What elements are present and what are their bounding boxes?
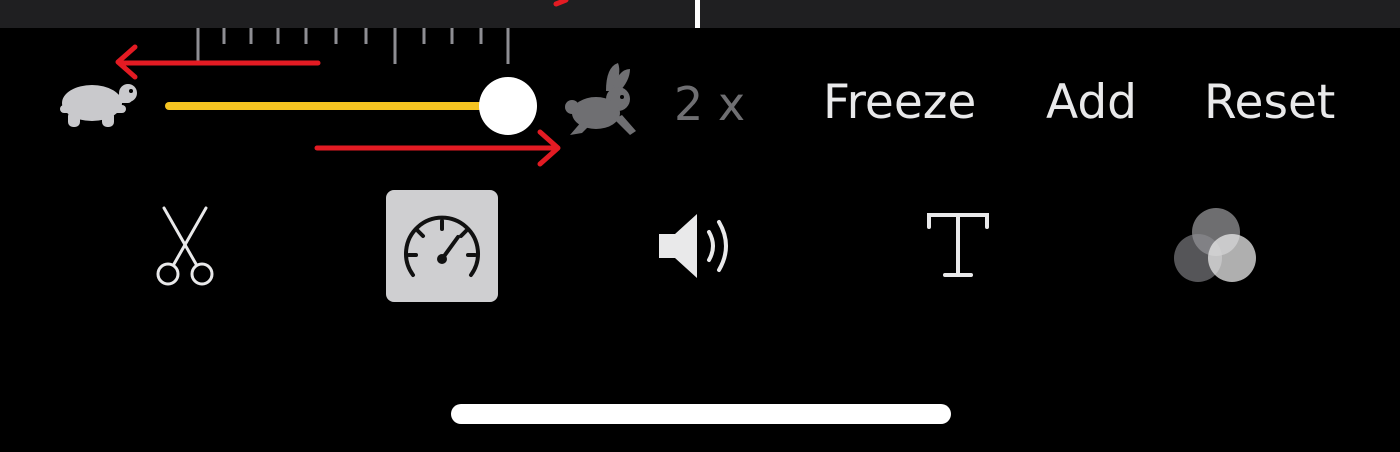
reset-button[interactable]: Reset <box>1204 75 1335 130</box>
freeze-button[interactable]: Freeze <box>823 75 976 130</box>
home-indicator <box>451 404 951 424</box>
rabbit-icon[interactable] <box>562 61 646 139</box>
volume-icon <box>659 214 728 278</box>
speed-controls: 2 x Freeze Add Reset <box>0 55 1400 165</box>
tool-speed[interactable] <box>386 190 498 302</box>
tool-titles[interactable] <box>902 190 1014 302</box>
tool-trim[interactable] <box>129 190 241 302</box>
scissors-icon <box>156 206 214 286</box>
turtle-icon[interactable] <box>56 77 140 133</box>
tool-audio[interactable] <box>644 190 756 302</box>
speed-value-label: 2 x <box>674 77 746 131</box>
speed-slider-thumb[interactable] <box>479 77 537 135</box>
speedometer-icon <box>404 215 480 277</box>
add-button[interactable]: Add <box>1046 75 1137 130</box>
filters-icon <box>1174 208 1256 282</box>
editor-toolbar <box>0 190 1400 306</box>
playhead[interactable] <box>695 0 700 28</box>
timeline-strip[interactable] <box>0 0 1400 28</box>
tool-filters[interactable] <box>1160 190 1272 302</box>
text-icon <box>927 213 989 277</box>
